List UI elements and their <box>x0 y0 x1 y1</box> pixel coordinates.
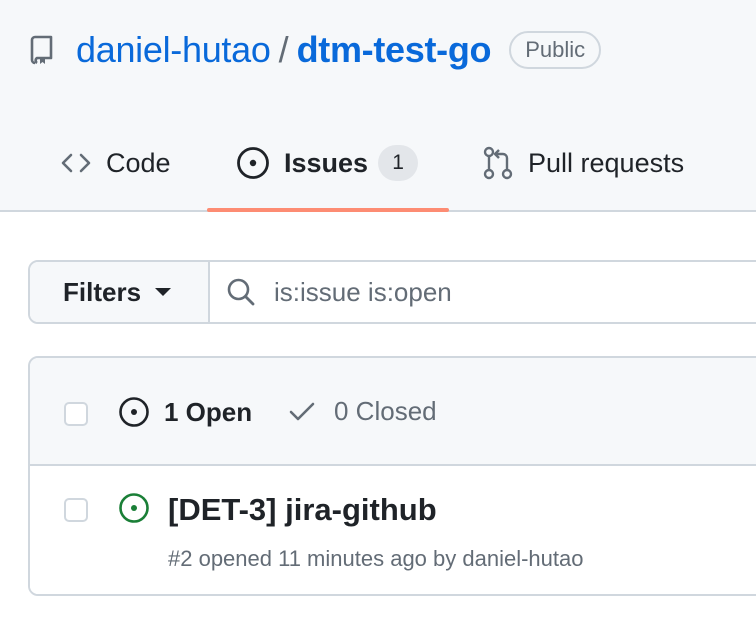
open-issues-filter[interactable]: 1 Open <box>118 396 252 428</box>
tab-code-label: Code <box>106 147 171 178</box>
issues-search <box>212 262 756 322</box>
issues-count-badge: 1 <box>378 145 419 181</box>
repo-nav-tabs: Code Issues 1 Pull requests <box>0 130 756 212</box>
repo-icon <box>30 34 56 66</box>
issue-row: [DET-3] jira-github #2 opened 11 minutes… <box>30 466 756 594</box>
filters-button-label: Filters <box>63 276 142 307</box>
issue-opened-icon <box>119 397 149 427</box>
selected-tab-underline <box>207 208 449 212</box>
visibility-badge: Public <box>509 31 602 69</box>
select-all-checkbox[interactable] <box>64 402 88 426</box>
issue-opened-icon <box>118 492 150 529</box>
tab-pull-requests-label: Pull requests <box>528 147 685 178</box>
filters-dropdown-button[interactable]: Filters <box>30 262 210 322</box>
triangle-down-icon <box>155 288 172 296</box>
repo-owner-link[interactable]: daniel-hutao <box>76 29 271 71</box>
repo-header: daniel-hutao / dtm-test-go Public Code I… <box>0 0 756 212</box>
issues-list: 1 Open 0 Closed [DET-3] jira-github #2 o… <box>28 356 756 596</box>
closed-issues-filter[interactable]: 0 Closed <box>288 396 437 427</box>
tab-issues-label: Issues <box>284 147 369 178</box>
repo-path-separator: / <box>278 29 289 70</box>
issue-opened-icon <box>237 147 269 179</box>
issue-meta: #2 opened 11 minutes ago by daniel-hutao <box>168 546 584 571</box>
code-icon <box>61 153 91 173</box>
repo-name-link[interactable]: dtm-test-go <box>297 29 492 71</box>
tab-code[interactable]: Code <box>60 130 171 196</box>
check-icon <box>289 402 315 420</box>
issue-select-checkbox[interactable] <box>64 498 88 522</box>
tab-pull-requests[interactable]: Pull requests <box>482 130 684 196</box>
repo-title: daniel-hutao / dtm-test-go Public <box>30 28 602 72</box>
issues-search-input[interactable] <box>274 276 756 308</box>
issues-list-header: 1 Open 0 Closed <box>30 358 756 466</box>
git-pull-request-icon <box>483 146 513 180</box>
issues-filter-bar: Filters <box>28 260 756 324</box>
search-icon <box>226 277 256 307</box>
issue-title-link[interactable]: [DET-3] jira-github <box>168 492 437 528</box>
tab-issues[interactable]: Issues 1 <box>236 130 419 196</box>
closed-issues-label: 0 Closed <box>334 396 437 426</box>
open-issues-label: 1 Open <box>164 396 253 427</box>
